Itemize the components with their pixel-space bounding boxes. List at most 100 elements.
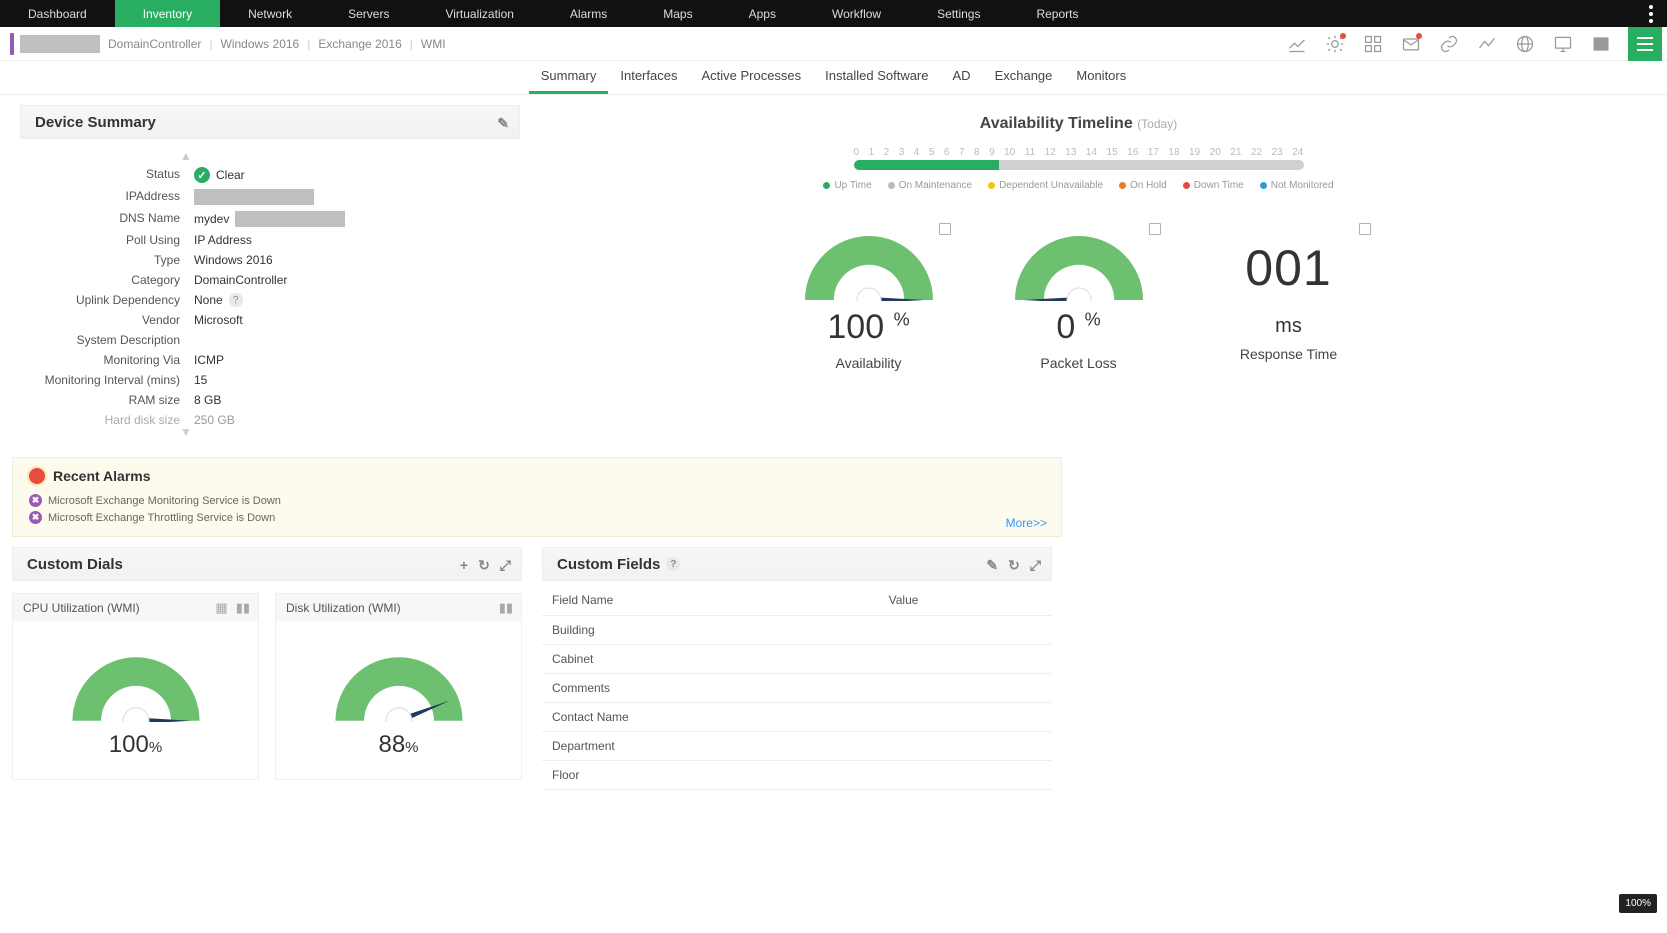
- legend-item: On Hold: [1119, 180, 1167, 191]
- nav-servers[interactable]: Servers: [320, 0, 417, 27]
- cf-col-value: Value: [879, 585, 1052, 616]
- gauge-availability: 100 %Availability: [789, 221, 949, 371]
- nav-settings[interactable]: Settings: [909, 0, 1008, 27]
- sub-header: DomainController | Windows 2016 | Exchan…: [0, 27, 1667, 61]
- tab-installed-software[interactable]: Installed Software: [813, 60, 940, 94]
- panel-action-icon[interactable]: ⤢: [1030, 557, 1041, 574]
- nav-reports[interactable]: Reports: [1008, 0, 1106, 27]
- card-bars-icon[interactable]: ▮▮: [236, 600, 250, 616]
- line-icon[interactable]: [1476, 33, 1498, 55]
- kebab-icon[interactable]: [1641, 0, 1661, 27]
- dial-cards: CPU Utilization (WMI)▦▮▮100%Disk Utiliza…: [12, 593, 522, 780]
- gauge-value: 100 %: [789, 308, 949, 347]
- custom-fields-title-bar: Custom Fields ? ✎↻⤢: [542, 547, 1052, 581]
- gauge-label: Response Time: [1209, 346, 1369, 362]
- tab-interfaces[interactable]: Interfaces: [608, 60, 689, 94]
- gauge-options-icon[interactable]: [1147, 221, 1163, 240]
- cf-row: Cabinet: [542, 645, 1052, 674]
- scroll-up-icon[interactable]: ▲: [180, 149, 192, 163]
- svg-text:>_: >_: [1596, 41, 1604, 48]
- gauge-label: Packet Loss: [999, 355, 1159, 371]
- ds-value: 250 GB: [194, 413, 510, 427]
- cf-value: [879, 761, 1052, 790]
- cf-row: Floor: [542, 761, 1052, 790]
- card-grid-icon[interactable]: ▦: [215, 600, 227, 616]
- card-bars-icon[interactable]: ▮▮: [499, 600, 513, 616]
- nav-alarms[interactable]: Alarms: [542, 0, 635, 27]
- header-toolbar: >_: [1286, 27, 1662, 61]
- cf-name: Department: [542, 732, 879, 761]
- legend-item: Dependent Unavailable: [988, 180, 1103, 191]
- nav-workflow[interactable]: Workflow: [804, 0, 909, 27]
- help-icon[interactable]: ?: [229, 293, 243, 307]
- mail-icon[interactable]: [1400, 33, 1422, 55]
- alarm-row[interactable]: ✖Microsoft Exchange Monitoring Service i…: [29, 492, 1045, 509]
- ds-value: 15: [194, 373, 510, 387]
- nav-maps[interactable]: Maps: [635, 0, 720, 27]
- device-summary-table: ▲ Status✓ ClearIPAddressDNS NamemydevPol…: [20, 147, 520, 427]
- nav-dashboard[interactable]: Dashboard: [0, 0, 115, 27]
- tab-exchange[interactable]: Exchange: [983, 60, 1065, 94]
- alarm-severity-icon: ✖: [29, 494, 42, 507]
- dial-card-header: Disk Utilization (WMI)▮▮: [276, 594, 521, 622]
- sub-tabs: SummaryInterfacesActive ProcessesInstall…: [0, 61, 1667, 95]
- availability-timeline: 0123456789101112131415161718192021222324: [854, 147, 1304, 170]
- cf-name: Cabinet: [542, 645, 879, 674]
- ds-value: [194, 189, 510, 205]
- alarm-severity-icon: ✖: [29, 511, 42, 524]
- timeline-bar: [854, 160, 1304, 170]
- gauge-options-icon[interactable]: [937, 221, 953, 240]
- breadcrumb-part: Windows 2016: [221, 37, 300, 51]
- monitor-icon[interactable]: [1552, 33, 1574, 55]
- alarm-icon: [29, 468, 45, 484]
- cf-value: [879, 674, 1052, 703]
- panel-action-icon[interactable]: ↻: [1008, 557, 1020, 574]
- nav-virtualization[interactable]: Virtualization: [417, 0, 541, 27]
- terminal-icon[interactable]: >_: [1590, 33, 1612, 55]
- tab-summary[interactable]: Summary: [529, 60, 609, 94]
- ds-value: 8 GB: [194, 393, 510, 407]
- scroll-down-icon[interactable]: ▼: [180, 425, 192, 439]
- gauge-response-time: 001msResponse Time: [1209, 221, 1369, 371]
- cf-row: Department: [542, 732, 1052, 761]
- gauge-options-icon[interactable]: [1357, 221, 1373, 240]
- cf-value: [879, 616, 1052, 645]
- device-summary-panel: Device Summary ✎ ▲ Status✓ ClearIPAddres…: [20, 105, 520, 427]
- ds-value: ✓ Clear: [194, 167, 510, 183]
- nav-network[interactable]: Network: [220, 0, 320, 27]
- redacted-value: [194, 189, 314, 205]
- cf-row: Contact Name: [542, 703, 1052, 732]
- cf-row: Building: [542, 616, 1052, 645]
- panel-action-icon[interactable]: +: [460, 557, 468, 573]
- redacted-value: [235, 211, 345, 227]
- more-link[interactable]: More>>: [1006, 516, 1047, 530]
- edit-icon[interactable]: ✎: [497, 115, 509, 132]
- alarm-row[interactable]: ✖Microsoft Exchange Throttling Service i…: [29, 509, 1045, 526]
- panel-action-icon[interactable]: ✎: [986, 557, 998, 574]
- ds-label: Monitoring Via: [30, 353, 180, 367]
- nav-apps[interactable]: Apps: [721, 0, 804, 27]
- panel-action-icon[interactable]: ⤢: [500, 557, 511, 574]
- cf-value: [879, 645, 1052, 674]
- globe-icon[interactable]: [1514, 33, 1536, 55]
- tab-ad[interactable]: AD: [941, 60, 983, 94]
- chart-icon[interactable]: [1286, 33, 1308, 55]
- breadcrumb-part: Exchange 2016: [318, 37, 401, 51]
- cf-col-name: Field Name: [542, 585, 879, 616]
- status-ok-icon: ✓: [194, 167, 210, 183]
- grid-icon[interactable]: [1362, 33, 1384, 55]
- top-nav: DashboardInventoryNetworkServersVirtuali…: [0, 0, 1667, 27]
- hamburger-icon[interactable]: [1628, 27, 1662, 61]
- sun-icon[interactable]: [1324, 33, 1346, 55]
- ds-label: Category: [30, 273, 180, 287]
- gauge-row: 100 %Availability0 %Packet Loss001msResp…: [540, 221, 1617, 371]
- nav-inventory[interactable]: Inventory: [115, 0, 220, 27]
- link-icon[interactable]: [1438, 33, 1460, 55]
- ds-value: ICMP: [194, 353, 510, 367]
- panel-action-icon[interactable]: ↻: [478, 557, 490, 574]
- zoom-badge: 100%: [1619, 894, 1657, 913]
- tab-active-processes[interactable]: Active Processes: [689, 60, 813, 94]
- help-icon[interactable]: ?: [666, 557, 680, 571]
- custom-dials-panel: Custom Dials +↻⤢ CPU Utilization (WMI)▦▮…: [12, 547, 522, 790]
- tab-monitors[interactable]: Monitors: [1064, 60, 1138, 94]
